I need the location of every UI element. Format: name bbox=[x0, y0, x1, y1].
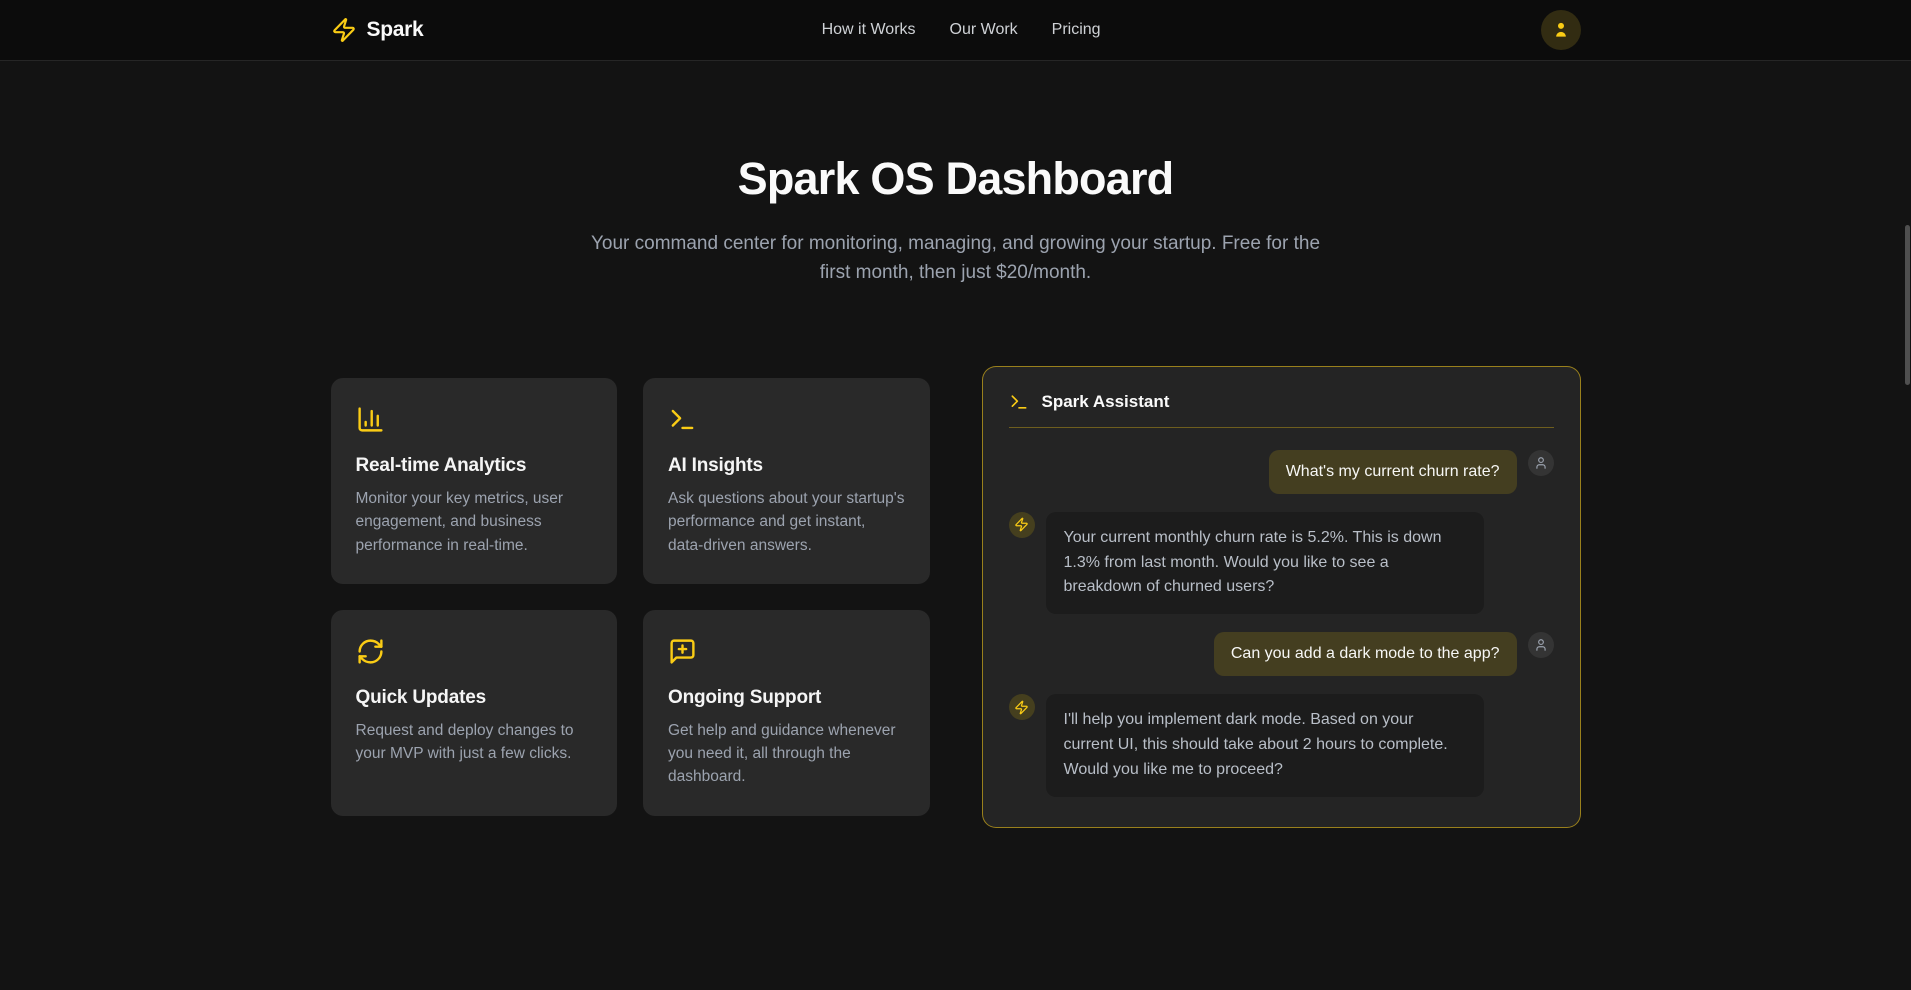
nav-link-how-it-works[interactable]: How it Works bbox=[822, 21, 916, 39]
nav-links: How it Works Our Work Pricing bbox=[822, 21, 1101, 39]
top-nav: Spark How it Works Our Work Pricing bbox=[0, 0, 1911, 61]
page-title: Spark OS Dashboard bbox=[0, 153, 1911, 205]
user-avatar bbox=[1528, 450, 1554, 476]
terminal-icon bbox=[668, 405, 697, 434]
chat-message-assistant: I'll help you implement dark mode. Based… bbox=[1009, 694, 1554, 796]
user-avatar bbox=[1528, 632, 1554, 658]
zap-icon bbox=[1014, 700, 1029, 715]
feature-description: Get help and guidance whenever you need … bbox=[668, 719, 905, 789]
user-message-bubble: Can you add a dark mode to the app? bbox=[1214, 632, 1517, 676]
spark-assistant-panel: Spark Assistant What's my current churn … bbox=[982, 366, 1581, 828]
main-content: Real-time Analytics Monitor your key met… bbox=[331, 366, 1581, 828]
feature-title: Quick Updates bbox=[356, 687, 593, 709]
account-avatar-button[interactable] bbox=[1541, 10, 1581, 50]
feature-title: Ongoing Support bbox=[668, 687, 905, 709]
assistant-avatar bbox=[1009, 512, 1035, 538]
nav-link-our-work[interactable]: Our Work bbox=[950, 21, 1018, 39]
brand-label: Spark bbox=[367, 18, 424, 42]
assistant-panel-title: Spark Assistant bbox=[1042, 392, 1170, 412]
assistant-avatar bbox=[1009, 694, 1035, 720]
message-square-plus-icon bbox=[668, 637, 697, 666]
bar-chart-icon bbox=[356, 405, 385, 434]
zap-icon bbox=[1014, 517, 1029, 532]
feature-description: Request and deploy changes to your MVP w… bbox=[356, 719, 593, 766]
page-subtitle: Your command center for monitoring, mana… bbox=[576, 229, 1336, 288]
zap-icon bbox=[331, 17, 357, 43]
refresh-icon bbox=[356, 637, 385, 666]
user-icon bbox=[1534, 456, 1548, 470]
chat-message-assistant: Your current monthly churn rate is 5.2%.… bbox=[1009, 512, 1554, 614]
user-icon bbox=[1551, 20, 1571, 40]
feature-card-ongoing-support: Ongoing Support Get help and guidance wh… bbox=[643, 610, 930, 816]
brand[interactable]: Spark bbox=[331, 17, 424, 43]
nav-link-pricing[interactable]: Pricing bbox=[1052, 21, 1101, 39]
chat-message-user: What's my current churn rate? bbox=[1009, 450, 1554, 494]
vertical-scrollbar-thumb[interactable] bbox=[1905, 225, 1910, 385]
feature-description: Ask questions about your startup's perfo… bbox=[668, 487, 905, 557]
hero-section: Spark OS Dashboard Your command center f… bbox=[0, 61, 1911, 288]
chat-messages: What's my current churn rate? Your curre… bbox=[1009, 450, 1554, 797]
assistant-message-bubble: Your current monthly churn rate is 5.2%.… bbox=[1046, 512, 1484, 614]
landing-page: Spark How it Works Our Work Pricing Spar… bbox=[0, 0, 1911, 990]
feature-card-ai-insights: AI Insights Ask questions about your sta… bbox=[643, 378, 930, 584]
user-message-bubble: What's my current churn rate? bbox=[1269, 450, 1517, 494]
user-icon bbox=[1534, 638, 1548, 652]
feature-title: AI Insights bbox=[668, 455, 905, 477]
feature-card-quick-updates: Quick Updates Request and deploy changes… bbox=[331, 610, 618, 816]
chat-message-user: Can you add a dark mode to the app? bbox=[1009, 632, 1554, 676]
assistant-panel-header: Spark Assistant bbox=[1009, 392, 1554, 428]
terminal-icon bbox=[1009, 392, 1029, 412]
feature-cards: Real-time Analytics Monitor your key met… bbox=[331, 378, 930, 816]
feature-title: Real-time Analytics bbox=[356, 455, 593, 477]
feature-card-realtime-analytics: Real-time Analytics Monitor your key met… bbox=[331, 378, 618, 584]
feature-description: Monitor your key metrics, user engagemen… bbox=[356, 487, 593, 557]
assistant-message-bubble: I'll help you implement dark mode. Based… bbox=[1046, 694, 1484, 796]
